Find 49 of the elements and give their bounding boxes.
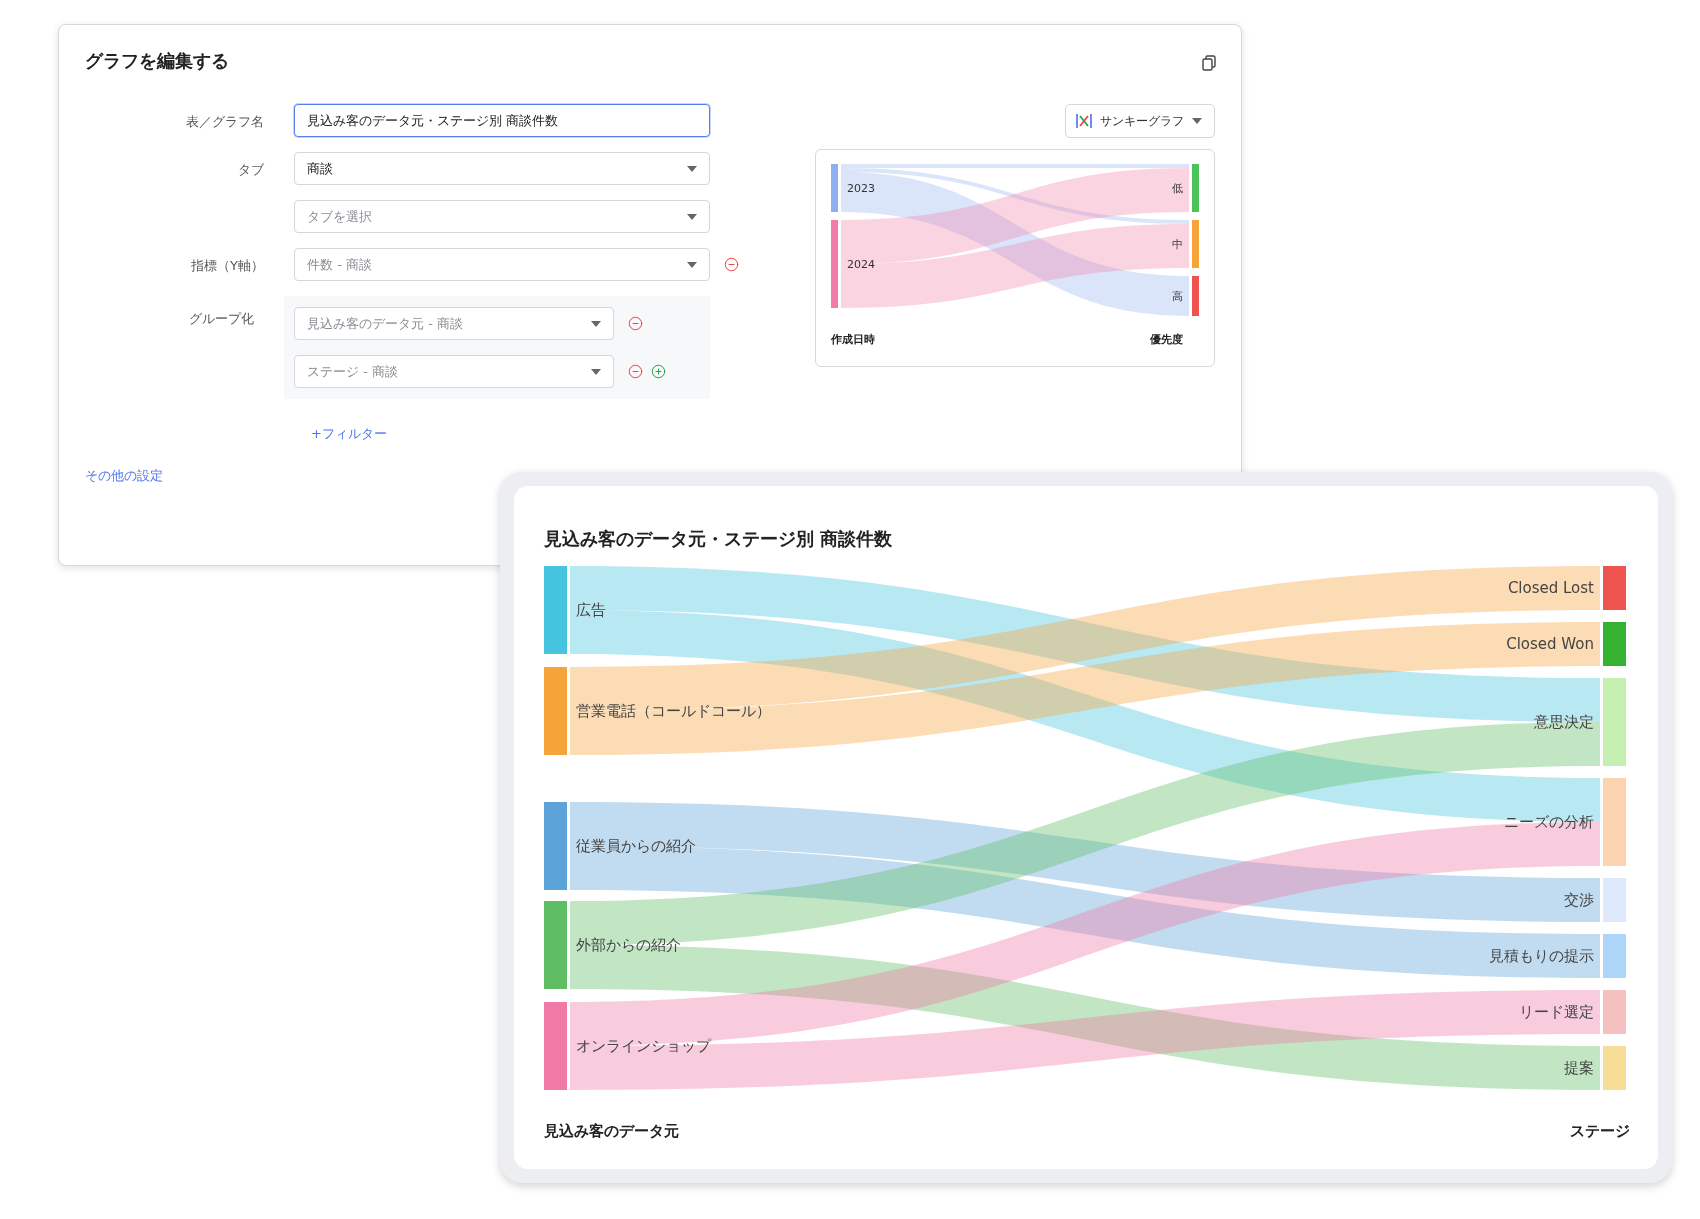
caret-icon: [591, 368, 601, 375]
chart-title: 見込み客のデータ元・ステージ別 商談件数: [544, 527, 894, 551]
caret-icon: [687, 213, 697, 220]
chart-type-select[interactable]: サンキーグラフ: [1065, 104, 1215, 138]
caret-icon: [1192, 118, 1202, 124]
node-label: 見積もりの提示: [1489, 947, 1594, 965]
select-field[interactable]: 見込み客のデータ元 - 商談: [294, 307, 614, 340]
node-label: 意思決定: [1534, 713, 1594, 731]
node-label: 2024: [847, 257, 875, 271]
select-field[interactable]: 商談: [294, 152, 710, 185]
axis-label: ステージ: [1570, 1121, 1630, 1142]
node-label: 低: [1172, 181, 1183, 195]
select-field[interactable]: タブを選択: [294, 200, 710, 233]
axis-label: 作成日時: [831, 332, 875, 348]
node-label: 交渉: [1564, 891, 1594, 909]
field-label: タブ: [238, 161, 264, 177]
node-label: 営業電話（コールドコール）: [576, 702, 771, 720]
caret-icon: [687, 261, 697, 268]
field-label: グループ化: [189, 311, 254, 326]
add-filter-link[interactable]: +フィルター: [311, 426, 387, 441]
sankey-chart-icon: [1076, 114, 1092, 128]
node-label: Closed Won: [1506, 635, 1594, 653]
node-label: ニーズの分析: [1504, 813, 1594, 831]
caret-icon: [687, 165, 697, 172]
node-label: 外部からの紹介: [576, 936, 681, 954]
node-label: リード選定: [1519, 1003, 1594, 1021]
input-field[interactable]: 見込み客のデータ元・ステージ別 商談件数: [294, 104, 710, 137]
node-label: 2023: [847, 181, 875, 195]
node-label: 従業員からの紹介: [576, 837, 696, 855]
caret-icon: [591, 320, 601, 327]
more-settings-link[interactable]: その他の設定: [85, 468, 163, 483]
add-icon[interactable]: [651, 364, 666, 379]
select-field[interactable]: 件数 - 商談: [294, 248, 710, 281]
node-label: 中: [1172, 237, 1183, 251]
node-label: 提案: [1564, 1059, 1594, 1077]
node-label: Closed Lost: [1507, 579, 1594, 597]
node-label: オンラインショップ: [576, 1037, 711, 1055]
copy-icon[interactable]: [1201, 55, 1217, 71]
remove-icon[interactable]: [628, 316, 643, 331]
field-label: 指標（Y軸）: [191, 257, 264, 273]
panel-title: グラフを編集する: [85, 50, 229, 71]
node-label: 広告: [576, 601, 606, 619]
remove-icon[interactable]: [724, 257, 739, 272]
axis-label: 見込み客のデータ元: [544, 1121, 679, 1142]
node-label: 高: [1172, 289, 1183, 303]
axis-label: 優先度: [1150, 332, 1183, 348]
field-label: 表／グラフ名: [186, 113, 264, 129]
remove-icon[interactable]: [628, 364, 643, 379]
select-field[interactable]: ステージ - 商談: [294, 355, 614, 388]
